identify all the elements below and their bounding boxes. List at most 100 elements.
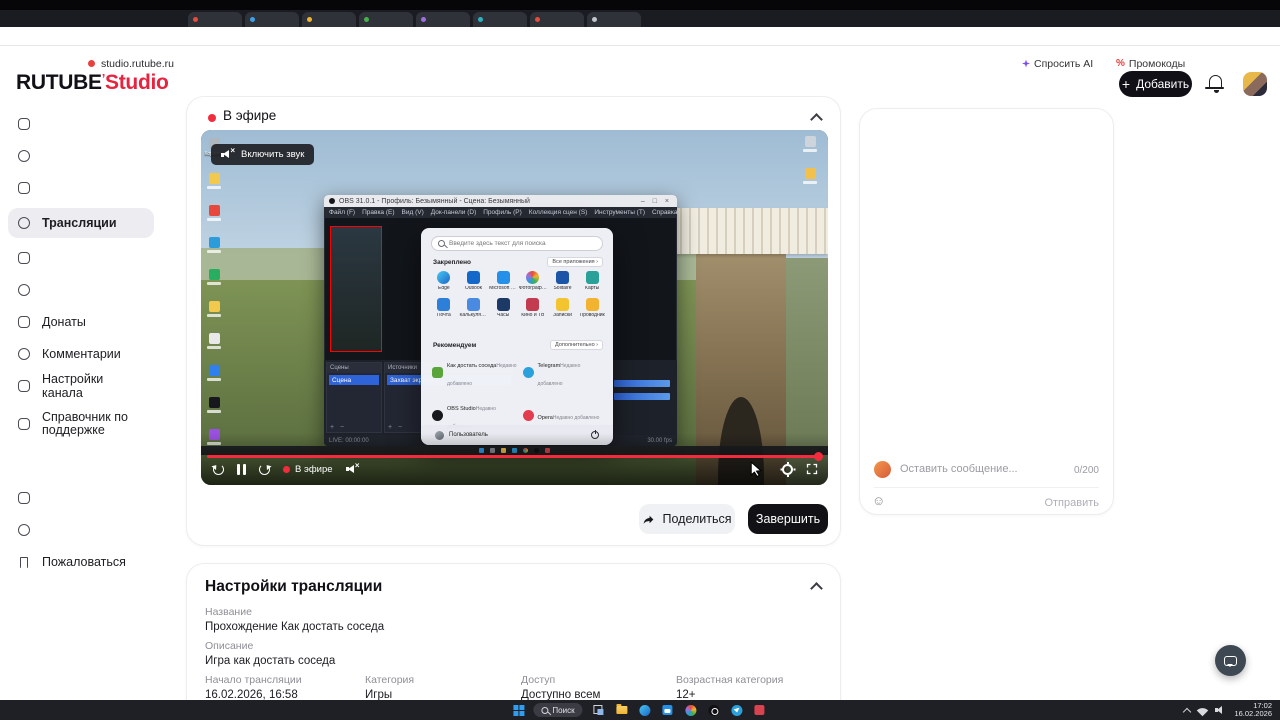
sidebar-item-support-chat[interactable] (16, 518, 176, 542)
browser-tab[interactable] (587, 12, 641, 27)
edge-button[interactable] (638, 703, 652, 717)
sidebar-item-videos[interactable] (16, 144, 176, 168)
desktop-icon (206, 205, 222, 221)
volume-muted-icon[interactable]: × (345, 461, 360, 475)
live-status-dot (208, 114, 216, 122)
pause-button[interactable] (237, 463, 246, 475)
sidebar-item-report[interactable]: Пожаловаться (16, 550, 176, 574)
progress-bar[interactable] (207, 452, 823, 461)
chat-message-input[interactable] (900, 463, 1040, 475)
photos-button[interactable] (684, 703, 698, 717)
pinned-app-movies: Кино и ТВ (518, 296, 548, 321)
sidebar-item-broadcasts[interactable]: Трансляции (8, 208, 154, 238)
store-button[interactable] (661, 703, 675, 717)
forward-icon[interactable] (259, 463, 270, 475)
add-button[interactable]: + Добавить (1119, 71, 1192, 97)
browser-tab[interactable] (245, 12, 299, 27)
support-chat-fab[interactable] (1215, 645, 1246, 676)
share-button[interactable]: Поделиться (639, 504, 735, 534)
sidebar-item-analytics[interactable] (16, 176, 176, 200)
sidebar-item-comments[interactable]: Комментарии (16, 342, 176, 366)
desktop-icon (206, 333, 222, 349)
promocodes-label: Промокоды (1128, 57, 1186, 70)
telegram-button[interactable] (730, 703, 744, 717)
clock-date: 16.02.2026 (1234, 709, 1272, 718)
obs-titlebar: OBS 31.0.1 - Профиль: Безымянный - Сцена… (324, 195, 677, 207)
sidebar-item-feedback[interactable] (16, 486, 176, 510)
sidebar-item-donations[interactable]: Донаты (16, 310, 176, 334)
browser-tab[interactable] (530, 12, 584, 27)
field-name: Название Прохождение Как достать соседа (205, 606, 384, 633)
notifications-bell-icon[interactable] (1205, 73, 1226, 95)
promocodes-button[interactable]: % Промокоды (1116, 56, 1185, 71)
sidebar-item-playlists[interactable] (16, 246, 176, 270)
address-url[interactable]: studio.rutube.ru (101, 58, 174, 70)
obs-menu-tools: Инструменты (T) (594, 209, 645, 216)
description-value: Игра как достать соседа (205, 655, 336, 667)
unmute-button[interactable]: × Включить звук (211, 144, 315, 165)
desktop-icon (206, 237, 222, 253)
report-flag-icon (16, 554, 32, 570)
desktop-icon (206, 397, 222, 413)
windows-taskbar: Поиск 17:02 16.02.2026 (0, 700, 1280, 720)
browser-tab[interactable] (473, 12, 527, 27)
desktop-screen: studio.rutube.ru Спросить AI % Промокоды… (0, 0, 1280, 720)
settings-collapse-chevron-icon[interactable] (810, 582, 823, 595)
taskbar-clock[interactable]: 17:02 16.02.2026 (1234, 701, 1272, 719)
pinned-app-outlook: Outlook (459, 269, 489, 294)
folder-icon (802, 168, 818, 184)
add-button-label: Добавить (1136, 77, 1190, 91)
browser-tab-strip (0, 0, 1280, 27)
fullscreen-icon[interactable] (806, 463, 818, 475)
chat-char-counter: 0/200 (1073, 465, 1099, 476)
game-button[interactable] (753, 703, 767, 717)
stream-player[interactable]: Корзина OBS 31.0.1 - Профиль: Безым (201, 130, 828, 485)
desktop-icon (206, 301, 222, 317)
obs-button[interactable] (707, 703, 721, 717)
obs-menu-profile: Профиль (P) (483, 209, 522, 216)
user-avatar[interactable] (1243, 72, 1267, 96)
unmute-label: Включить звук (241, 149, 305, 160)
browser-tab[interactable] (416, 12, 470, 27)
share-icon (644, 515, 654, 524)
share-label: Поделиться (662, 512, 732, 526)
live-badge: В эфире (283, 464, 333, 475)
broadcast-icon (16, 215, 32, 231)
network-icon[interactable] (1197, 704, 1209, 716)
sidebar-item-monetization[interactable] (16, 278, 176, 302)
start-button[interactable] (513, 704, 525, 716)
player-settings-icon[interactable] (782, 461, 793, 475)
collapse-chevron-icon[interactable] (810, 113, 823, 126)
search-icon (541, 706, 549, 714)
sidebar-item-home[interactable] (16, 112, 176, 136)
send-button[interactable]: Отправить (1044, 497, 1099, 509)
sidebar-item-support-guide[interactable]: Справочник по поддержке (16, 406, 176, 442)
pinned-app-explorer: Проводник (577, 296, 607, 321)
obs-scenes-title: Сцены (327, 363, 381, 373)
obs-window-controls: – □ × (640, 197, 672, 205)
pinned-app-mail: Почта (429, 296, 459, 321)
start-search-input (449, 240, 596, 247)
browser-tab[interactable] (302, 12, 356, 27)
finish-stream-button[interactable]: Завершить (748, 504, 828, 534)
taskbar-search[interactable]: Поиск (533, 703, 583, 717)
ask-ai-button[interactable]: Спросить AI (1022, 56, 1093, 71)
donations-icon (16, 314, 32, 330)
pinned-app-photos: Фотографии (518, 269, 548, 294)
support-guide-icon (16, 416, 32, 432)
file-explorer-button[interactable] (615, 703, 629, 717)
browser-tab[interactable] (188, 12, 242, 27)
tray-chevron-icon[interactable] (1183, 707, 1192, 716)
sidebar-item-channel-settings[interactable]: Настройки канала (16, 372, 176, 400)
percent-icon: % (1116, 58, 1125, 69)
volume-icon[interactable] (1215, 705, 1226, 715)
field-description: Описание Игра как достать соседа (205, 640, 335, 667)
recommended-header-row: Рекомендуем Дополнительно › (433, 340, 603, 350)
rutube-studio-logo[interactable]: RUTUBE’Studio (16, 71, 169, 95)
chat-bubble-icon (1224, 655, 1237, 667)
rewind-icon[interactable] (213, 463, 224, 475)
task-view-button[interactable] (592, 703, 606, 717)
more-button: Дополнительно › (550, 340, 603, 350)
emoji-icon[interactable]: ☺ (872, 493, 885, 508)
browser-tab[interactable] (359, 12, 413, 27)
